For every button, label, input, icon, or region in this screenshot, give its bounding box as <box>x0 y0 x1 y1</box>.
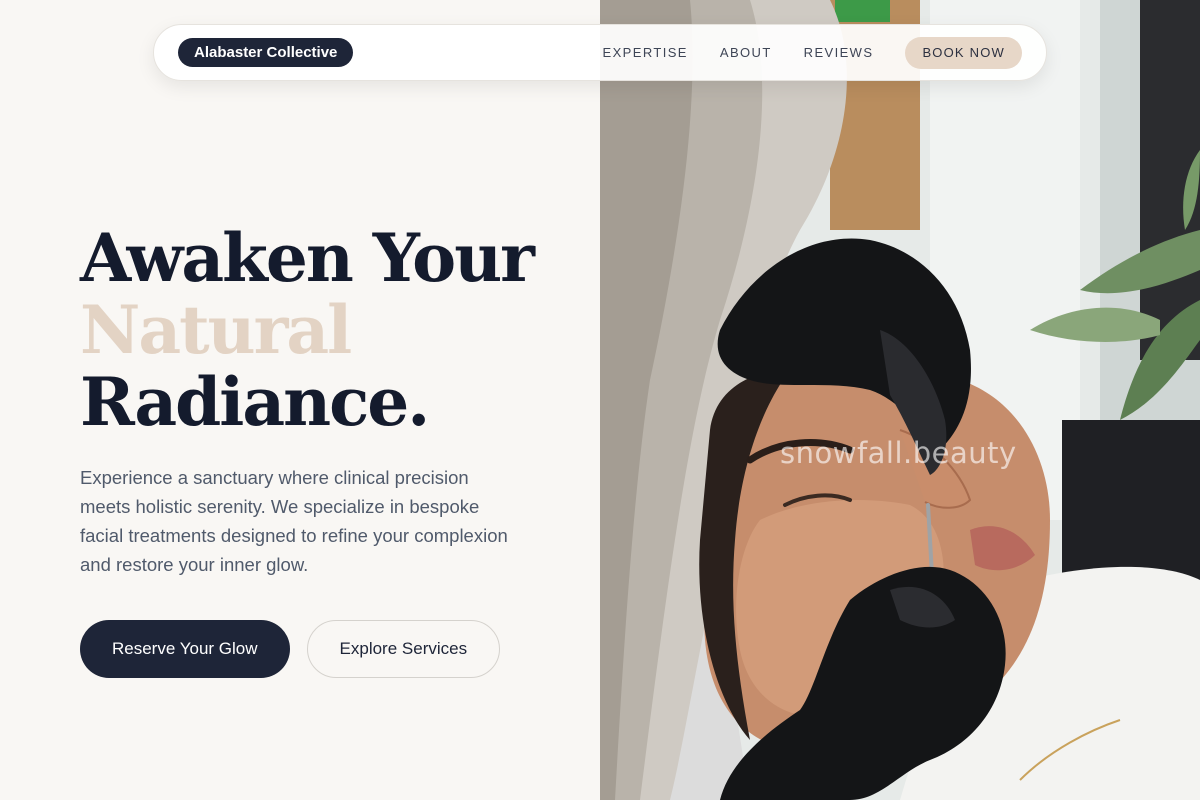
headline-line-3: Radiance. <box>80 363 430 441</box>
hero-description: Experience a sanctuary where clinical pr… <box>80 467 508 575</box>
explore-services-button[interactable]: Explore Services <box>306 620 501 678</box>
top-navbar: Alabaster Collective EXPERTISE ABOUT REV… <box>153 24 1047 81</box>
nav-links: EXPERTISE ABOUT REVIEWS BOOK NOW <box>603 36 1022 69</box>
hero-section: Awaken Your Natural Radiance. Experience… <box>0 0 600 800</box>
hero-photo: snowfall.beauty <box>600 0 1200 800</box>
hero-headline: Awaken Your Natural Radiance. <box>80 219 535 441</box>
nav-link-expertise[interactable]: EXPERTISE <box>603 45 688 60</box>
headline-line-2-accent: Natural <box>80 291 352 369</box>
brand-logo[interactable]: Alabaster Collective <box>178 38 354 67</box>
nav-link-about[interactable]: ABOUT <box>720 45 772 60</box>
reserve-your-glow-button[interactable]: Reserve Your Glow <box>80 620 290 678</box>
facial-treatment-photo <box>600 0 1200 800</box>
photo-watermark: snowfall.beauty <box>780 436 1017 470</box>
headline-line-1: Awaken Your <box>80 219 535 297</box>
hero-cta-group: Reserve Your Glow Explore Services <box>80 620 501 678</box>
book-now-button[interactable]: BOOK NOW <box>905 36 1022 69</box>
nav-link-reviews[interactable]: REVIEWS <box>804 45 874 60</box>
